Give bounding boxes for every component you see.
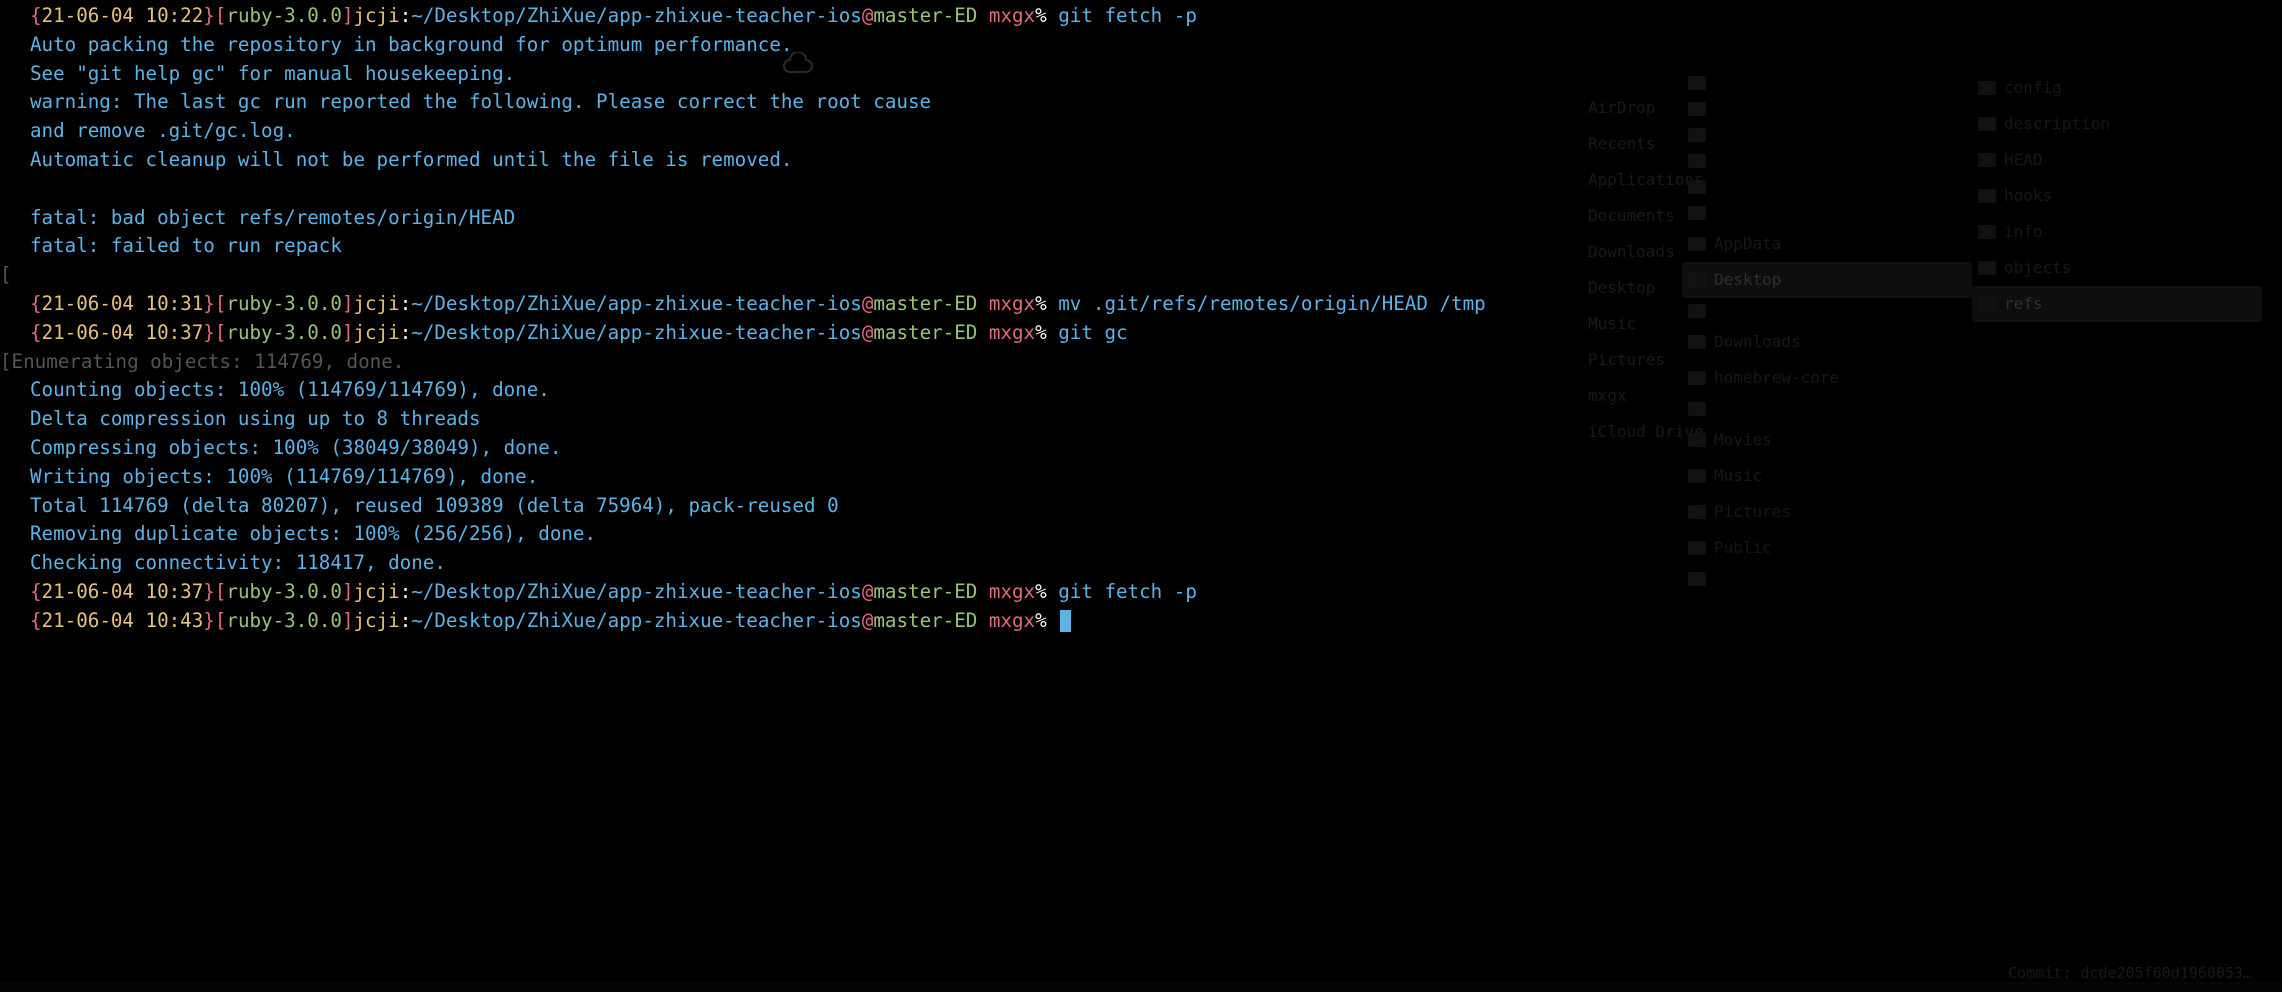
output-line: Removing duplicate objects: 100% (256/25… xyxy=(30,520,2282,549)
output-line: Compressing objects: 100% (38049/38049),… xyxy=(30,434,2282,463)
output-line: Automatic cleanup will not be performed … xyxy=(30,146,2282,175)
output-line: fatal: bad object refs/remotes/origin/HE… xyxy=(30,204,2282,233)
prompt-line: {21-06-04 10:37}[ruby-3.0.0]jcji:~/Deskt… xyxy=(30,578,2282,607)
output-line: warning: The last gc run reported the fo… xyxy=(30,88,2282,117)
output-line: Auto packing the repository in backgroun… xyxy=(30,31,2282,60)
output-line: [ xyxy=(0,261,2282,290)
prompt-line: {21-06-04 10:31}[ruby-3.0.0]jcji:~/Deskt… xyxy=(30,290,2282,319)
command-text: git fetch -p xyxy=(1058,580,1197,603)
output-line xyxy=(30,175,2282,204)
command-text: mv .git/refs/remotes/origin/HEAD /tmp xyxy=(1058,292,1485,315)
output-line: [Enumerating objects: 114769, done. xyxy=(0,348,2282,377)
output-line: Delta compression using up to 8 threads xyxy=(30,405,2282,434)
output-line: fatal: failed to run repack xyxy=(30,232,2282,261)
prompt-line: {21-06-04 10:37}[ruby-3.0.0]jcji:~/Deskt… xyxy=(30,319,2282,348)
output-line: Checking connectivity: 118417, done. xyxy=(30,549,2282,578)
prompt-line: {21-06-04 10:22}[ruby-3.0.0]jcji:~/Deskt… xyxy=(30,2,2282,31)
output-line: Counting objects: 100% (114769/114769), … xyxy=(30,376,2282,405)
output-line: Writing objects: 100% (114769/114769), d… xyxy=(30,463,2282,492)
output-line: and remove .git/gc.log. xyxy=(30,117,2282,146)
command-text: git gc xyxy=(1058,321,1127,344)
terminal-pane[interactable]: {21-06-04 10:22}[ruby-3.0.0]jcji:~/Deskt… xyxy=(0,2,2282,636)
output-line: See "git help gc" for manual housekeepin… xyxy=(30,60,2282,89)
prompt-line-current[interactable]: {21-06-04 10:43}[ruby-3.0.0]jcji:~/Deskt… xyxy=(30,607,2282,636)
command-text: git fetch -p xyxy=(1058,4,1197,27)
commit-info: Commit: dcde205f60d1960053… xyxy=(2008,962,2252,985)
output-line: Total 114769 (delta 80207), reused 10938… xyxy=(30,492,2282,521)
cursor-icon xyxy=(1060,610,1071,632)
